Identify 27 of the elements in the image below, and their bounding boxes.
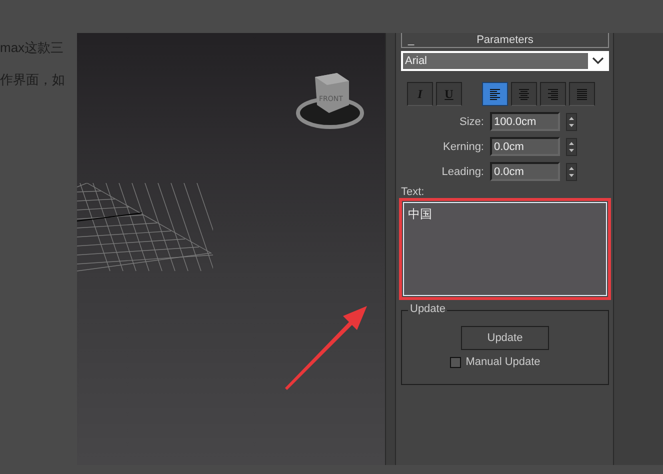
align-left-icon [489,88,501,100]
align-right-icon [547,88,559,100]
group-title: Update [408,303,448,315]
font-dropdown[interactable]: Arial [401,51,609,71]
collapse-button[interactable]: _ [402,34,416,46]
checkbox[interactable] [450,356,461,368]
chevron-down-icon [588,53,608,69]
spinner-label: Kerning: [442,140,485,152]
spinner-arrows-icon[interactable] [566,138,577,156]
align-right-button[interactable] [540,82,566,106]
align-justify-icon [576,88,588,100]
text-input[interactable]: 中国 [403,202,607,296]
rollout-title: Parameters [476,34,534,46]
spinner-field[interactable]: 100.0cm [490,112,560,131]
align-center-icon [518,88,530,100]
align-left-button[interactable] [482,82,508,106]
spinner-field[interactable]: 0.0cm [490,137,560,156]
align-justify-button[interactable] [569,82,595,106]
text-label: Text: [401,186,426,198]
spinner-field[interactable]: 0.0cm [490,162,560,181]
spinner-arrows-icon[interactable] [566,162,577,180]
align-center-button[interactable] [511,82,537,106]
checkbox-label: Manual Update [466,356,540,368]
spinner-label: Size: [458,116,485,128]
spinner-label: Leading: [440,166,485,178]
spinner-arrows-icon[interactable] [566,112,577,130]
update-button[interactable]: Update [461,326,549,350]
